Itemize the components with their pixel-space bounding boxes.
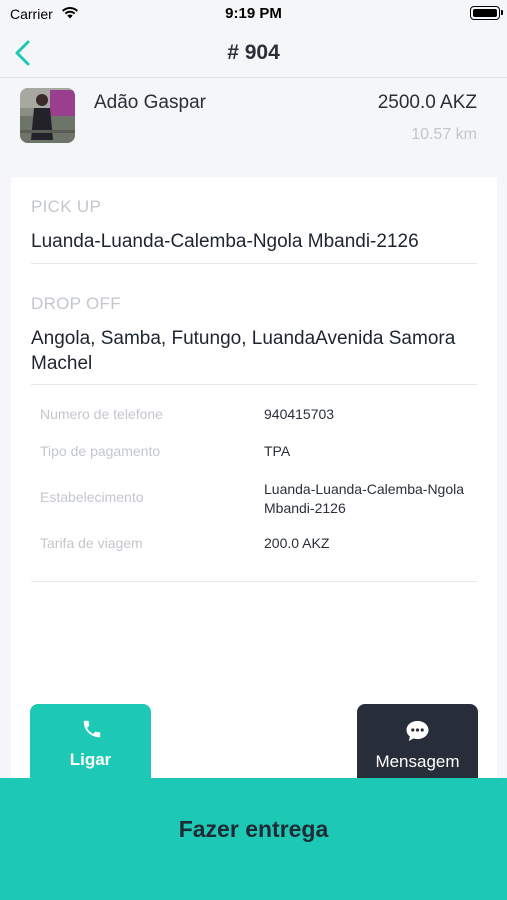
nav-bar: # 904 xyxy=(0,28,507,78)
deliver-button[interactable]: Fazer entrega xyxy=(0,778,507,900)
phone-number-label: Numero de telefone xyxy=(40,406,163,422)
customer-name: Adão Gaspar xyxy=(94,92,206,113)
call-button-label: Ligar xyxy=(69,750,112,769)
dropoff-address: Angola, Samba, Futungo, LuandaAvenida Sa… xyxy=(31,328,456,374)
phone-number-value: 940415703 xyxy=(264,406,335,422)
divider xyxy=(31,581,477,582)
chat-bubble-icon xyxy=(405,719,430,748)
message-button-label: Mensagem xyxy=(375,752,460,771)
order-number-title: # 904 xyxy=(227,41,280,64)
dropoff-label: DROP OFF xyxy=(31,294,121,313)
pickup-label: PICK UP xyxy=(31,197,102,216)
divider xyxy=(31,263,477,264)
status-bar: Carrier 9:19 PM xyxy=(0,0,507,28)
payment-type-label: Tipo de pagamento xyxy=(40,443,161,459)
trip-fare-label: Tarifa de viagem xyxy=(40,535,143,551)
payment-type-value: TPA xyxy=(264,443,291,459)
call-button[interactable]: Ligar xyxy=(30,704,151,788)
phone-icon xyxy=(81,718,103,745)
deliver-button-label: Fazer entrega xyxy=(178,816,329,842)
order-distance: 10.57 km xyxy=(411,126,477,143)
message-button[interactable]: Mensagem xyxy=(357,704,478,788)
status-time: 9:19 PM xyxy=(225,5,282,22)
establishment-value: Luanda-Luanda-Calemba-Ngola Mbandi-2126 xyxy=(264,481,465,516)
pickup-address: Luanda-Luanda-Calemba-Ngola Mbandi-2126 xyxy=(31,231,419,252)
trip-fare-value: 200.0 AKZ xyxy=(264,535,330,551)
battery-icon xyxy=(470,6,503,20)
establishment-label: Estabelecimento xyxy=(40,489,144,505)
divider xyxy=(31,384,477,385)
avatar xyxy=(20,88,75,143)
customer-row: Adão Gaspar 2500.0 AKZ 10.57 km xyxy=(0,80,507,170)
order-price: 2500.0 AKZ xyxy=(377,92,477,113)
